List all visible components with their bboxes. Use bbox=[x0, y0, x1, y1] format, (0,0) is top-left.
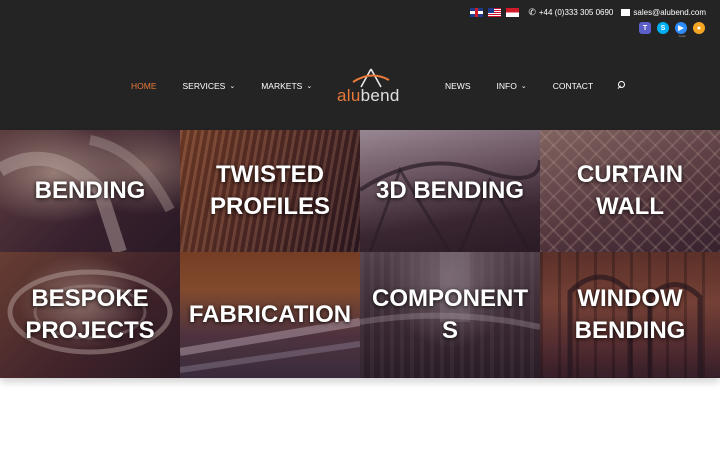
meeting-apps: T S ▶ ● bbox=[633, 22, 705, 34]
tile-label: TWISTED PROFILES bbox=[209, 160, 330, 220]
nav-contact-label: CONTACT bbox=[552, 81, 594, 91]
nav-markets[interactable]: MARKETS ⌄ bbox=[261, 81, 312, 91]
tile-components[interactable]: COMPONENT S bbox=[360, 252, 540, 378]
tile-twisted-profiles[interactable]: TWISTED PROFILES bbox=[180, 130, 360, 252]
tile-label: CURTAIN WALL bbox=[576, 160, 684, 220]
logo-wordmark: alubend bbox=[337, 86, 400, 105]
top-contact-bar: ✆ +44 (0)333 305 0690 sales@alubend.com bbox=[470, 5, 706, 19]
us-flag-icon[interactable] bbox=[488, 7, 502, 17]
tile-label: BESPOKE PROJECTS bbox=[25, 284, 155, 344]
envelope-icon bbox=[621, 8, 631, 16]
tile-bespoke-projects[interactable]: BESPOKE PROJECTS bbox=[0, 252, 180, 378]
skype-icon[interactable]: S bbox=[657, 22, 669, 34]
tile-label: 3D BENDING bbox=[375, 176, 525, 204]
tile-window-bending[interactable]: WINDOW BENDING bbox=[540, 252, 720, 378]
tile-label: FABRICATION bbox=[188, 300, 352, 328]
logo-mark-icon bbox=[352, 68, 390, 88]
phone-link[interactable]: ✆ +44 (0)333 305 0690 bbox=[528, 7, 613, 18]
teams-icon[interactable]: T bbox=[639, 22, 651, 34]
tile-3d-bending[interactable]: 3D BENDING bbox=[360, 130, 540, 252]
alubend-logo[interactable]: alubend bbox=[337, 68, 405, 108]
nav-home-label: HOME bbox=[131, 81, 157, 91]
nav-services-label: SERVICES bbox=[182, 81, 226, 91]
zoom-icon[interactable]: ▶ bbox=[675, 22, 687, 34]
phone-number: +44 (0)333 305 0690 bbox=[538, 7, 614, 17]
tile-label: BENDING bbox=[34, 176, 146, 204]
phone-icon: ✆ bbox=[528, 6, 536, 17]
uk-flag-icon[interactable] bbox=[470, 7, 484, 17]
nav-info[interactable]: INFO ⌄ bbox=[497, 81, 527, 91]
nav-services[interactable]: SERVICES ⌄ bbox=[183, 81, 236, 91]
nav-info-label: INFO bbox=[496, 81, 517, 91]
nav-home[interactable]: HOME bbox=[131, 81, 157, 91]
site-header: ✆ +44 (0)333 305 0690 sales@alubend.com … bbox=[0, 0, 720, 130]
nav-news[interactable]: NEWS bbox=[445, 81, 471, 91]
services-grid: BENDING TWISTED PROFILES 3D BENDING CURTA… bbox=[0, 130, 720, 378]
chevron-down-icon: ⌄ bbox=[229, 83, 236, 90]
nav-contact[interactable]: CONTACT bbox=[553, 81, 593, 91]
tile-bending[interactable]: BENDING bbox=[0, 130, 180, 252]
nav-news-label: NEWS bbox=[445, 81, 471, 91]
tile-label: COMPONENT S bbox=[372, 284, 528, 344]
nav-markets-label: MARKETS bbox=[261, 81, 303, 91]
primary-nav-left: HOME SERVICES ⌄ MARKETS ⌄ bbox=[131, 81, 338, 91]
chevron-down-icon: ⌄ bbox=[306, 83, 313, 90]
email-link[interactable]: sales@alubend.com bbox=[621, 8, 706, 17]
chevron-down-icon: ⌄ bbox=[520, 83, 527, 90]
zoom-label: zoom bbox=[678, 34, 686, 38]
app-labels: zoom bbox=[679, 34, 706, 38]
tile-fabrication[interactable]: FABRICATION bbox=[180, 252, 360, 378]
email-address: sales@alubend.com bbox=[633, 7, 706, 17]
primary-nav-right: NEWS INFO ⌄ CONTACT bbox=[445, 81, 619, 91]
tile-curtain-wall[interactable]: CURTAIN WALL bbox=[540, 130, 720, 252]
other-app-icon[interactable]: ● bbox=[693, 22, 705, 34]
singapore-flag-icon[interactable] bbox=[506, 7, 520, 17]
search-icon[interactable] bbox=[617, 80, 627, 92]
tile-label: WINDOW BENDING bbox=[574, 284, 686, 344]
